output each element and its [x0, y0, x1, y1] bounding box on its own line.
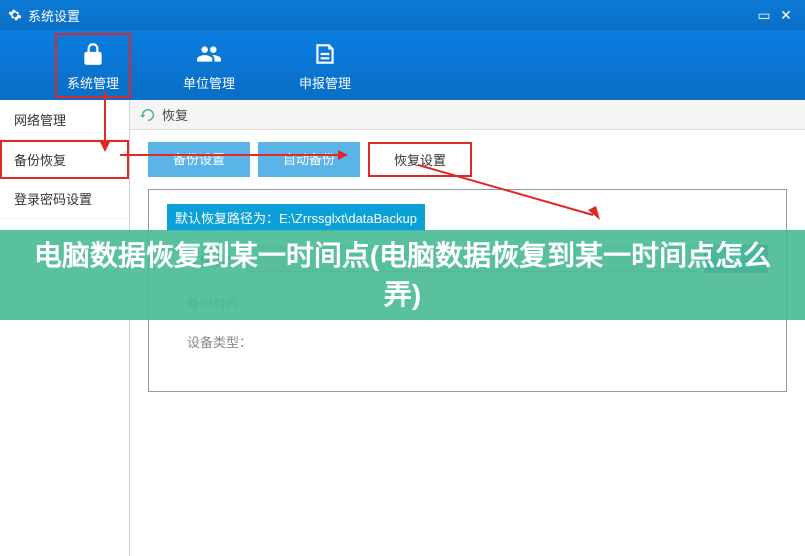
sidebar-item-backup-restore[interactable]: 备份恢复	[0, 140, 129, 179]
nav-unit-management[interactable]: 单位管理	[171, 33, 247, 98]
sidebar: 网络管理 备份恢复 登录密码设置	[0, 100, 130, 556]
sidebar-item-network[interactable]: 网络管理	[0, 100, 129, 140]
nav-label: 系统管理	[67, 73, 119, 92]
tab-restore-settings[interactable]: 恢复设置	[368, 142, 472, 177]
window-title: 系统设置	[28, 6, 80, 25]
default-path-banner: 默认恢复路径为：E:\Zrrssglxt\dataBackup	[167, 204, 425, 231]
top-nav: 系统管理 单位管理 申报管理	[0, 30, 805, 100]
nav-report-management[interactable]: 申报管理	[287, 33, 363, 98]
breadcrumb: 恢复	[130, 100, 805, 130]
close-window-icon[interactable]: ✕	[775, 7, 797, 24]
tab-backup-settings[interactable]: 备份设置	[148, 142, 250, 177]
restore-icon	[140, 107, 156, 123]
sidebar-item-label: 登录密码设置	[14, 192, 92, 207]
sidebar-item-label: 网络管理	[14, 113, 66, 128]
tab-row: 备份设置 自动备份 恢复设置	[130, 130, 805, 177]
title-bar: 系统设置 ▭ ✕	[0, 0, 805, 30]
sidebar-item-label: 备份恢复	[14, 153, 66, 168]
device-type-label: 设备类型：	[187, 335, 252, 350]
gear-icon	[8, 8, 22, 22]
main-area: 恢复 备份设置 自动备份 恢复设置 默认恢复路径为：E:\Zrrssglxt\d…	[130, 100, 805, 556]
device-type-row: 设备类型：	[167, 332, 768, 351]
tab-auto-backup[interactable]: 自动备份	[258, 142, 360, 177]
lock-icon	[78, 39, 108, 69]
people-icon	[194, 39, 224, 69]
overlay-text: 电脑数据恢复到某一时间点(电脑数据恢复到某一时间点怎么弄)	[30, 236, 775, 314]
nav-label: 单位管理	[183, 73, 235, 92]
breadcrumb-label: 恢复	[162, 105, 188, 124]
nav-system-management[interactable]: 系统管理	[55, 33, 131, 98]
overlay-banner: 电脑数据恢复到某一时间点(电脑数据恢复到某一时间点怎么弄)	[0, 230, 805, 320]
restore-window-icon[interactable]: ▭	[753, 7, 775, 24]
nav-label: 申报管理	[299, 73, 351, 92]
document-edit-icon	[310, 39, 340, 69]
sidebar-item-password[interactable]: 登录密码设置	[0, 179, 129, 219]
